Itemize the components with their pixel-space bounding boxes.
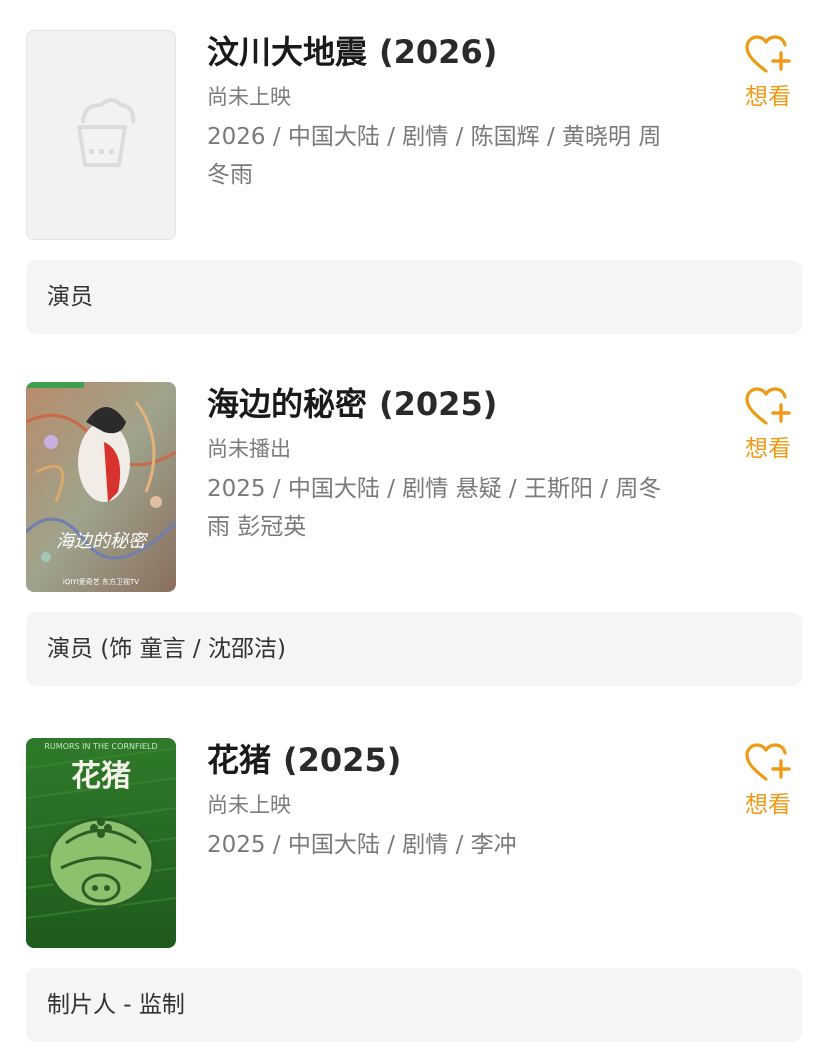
poster-image[interactable]: RUMORS IN THE CORNFIELD 花猪 bbox=[26, 738, 176, 948]
popcorn-icon bbox=[77, 98, 136, 167]
release-status: 尚未上映 bbox=[207, 793, 291, 817]
poster-art: 海边的秘密 iQIYI爱奇艺 东方卫视TV bbox=[26, 382, 176, 592]
poster-title-text: 海边的秘密 bbox=[56, 531, 149, 552]
movie-info: 花猪 (2025) 尚未上映 2025 / 中国大陆 / 剧情 / 李冲 bbox=[207, 738, 677, 864]
release-status: 尚未播出 bbox=[207, 437, 291, 461]
movie-meta: 2025 / 中国大陆 / 剧情 悬疑 / 王斯阳 / 周冬雨 彭冠英 bbox=[207, 476, 662, 540]
movie-title[interactable]: 海边的秘密 (2025) bbox=[207, 382, 677, 426]
poster-placeholder[interactable] bbox=[26, 30, 176, 240]
heart-plus-icon bbox=[745, 387, 791, 425]
movie-info: 海边的秘密 (2025) 尚未播出 2025 / 中国大陆 / 剧情 悬疑 / 王… bbox=[207, 382, 677, 546]
release-status: 尚未上映 bbox=[207, 85, 291, 109]
want-to-watch-button[interactable]: 想看 bbox=[738, 34, 798, 112]
heart-plus-icon bbox=[745, 743, 791, 781]
movie-year: (2026) bbox=[379, 33, 498, 71]
want-to-watch-button[interactable]: 想看 bbox=[738, 742, 798, 820]
movie-meta: 2026 / 中国大陆 / 剧情 / 陈国辉 / 黄晓明 周冬雨 bbox=[207, 124, 662, 188]
poster-subtitle: RUMORS IN THE CORNFIELD bbox=[44, 742, 157, 751]
movie-year: (2025) bbox=[379, 385, 498, 423]
want-to-watch-button[interactable]: 想看 bbox=[738, 386, 798, 464]
movie-meta: 2025 / 中国大陆 / 剧情 / 李冲 bbox=[207, 832, 517, 858]
heart-plus-icon bbox=[745, 35, 791, 73]
movie-list: 汶川大地震 (2026) 尚未上映 2026 / 中国大陆 / 剧情 / 陈国辉 … bbox=[0, 0, 826, 1064]
poster-art: RUMORS IN THE CORNFIELD 花猪 bbox=[26, 738, 176, 948]
want-label: 想看 bbox=[745, 84, 791, 110]
role-card[interactable]: 演员 bbox=[26, 260, 802, 334]
want-label: 想看 bbox=[745, 792, 791, 818]
movie-info: 汶川大地震 (2026) 尚未上映 2026 / 中国大陆 / 剧情 / 陈国辉 … bbox=[207, 30, 677, 194]
role-card[interactable]: 演员 (饰 童言 / 沈邵洁) bbox=[26, 612, 802, 686]
poster-logos: iQIYI爱奇艺 东方卫视TV bbox=[63, 577, 139, 586]
movie-year: (2025) bbox=[283, 741, 402, 779]
poster-image[interactable]: 海边的秘密 iQIYI爱奇艺 东方卫视TV bbox=[26, 382, 176, 592]
poster-title-text: 花猪 bbox=[71, 759, 131, 794]
movie-title[interactable]: 汶川大地震 (2026) bbox=[207, 30, 677, 74]
movie-title[interactable]: 花猪 (2025) bbox=[207, 738, 677, 782]
role-card[interactable]: 制片人 - 监制 bbox=[26, 968, 802, 1042]
want-label: 想看 bbox=[745, 436, 791, 462]
